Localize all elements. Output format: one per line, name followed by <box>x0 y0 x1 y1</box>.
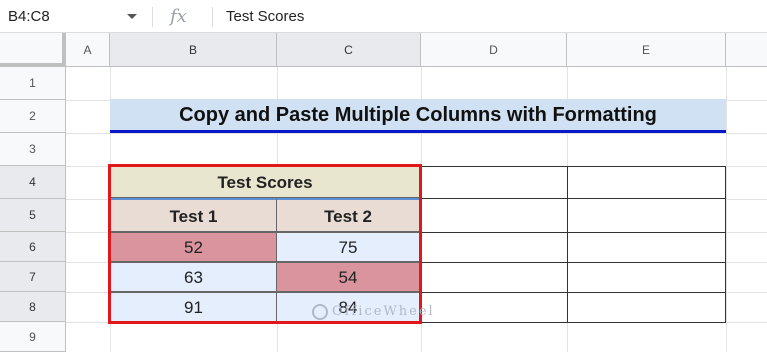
empty-cell[interactable] <box>567 232 726 263</box>
row-header-5[interactable]: 5 <box>0 199 66 232</box>
row-header-9[interactable]: 9 <box>0 322 66 352</box>
row-header-1[interactable]: 1 <box>0 67 66 100</box>
sheet-title[interactable]: Copy and Paste Multiple Columns with For… <box>110 99 726 133</box>
empty-cell[interactable] <box>567 262 726 293</box>
column-header-a[interactable]: A <box>66 33 110 67</box>
empty-cell[interactable] <box>420 166 568 199</box>
function-icon: fx <box>170 6 187 27</box>
officewheel-logo-icon <box>312 303 328 320</box>
grid-line <box>66 133 767 134</box>
column-header-e[interactable]: E <box>567 33 726 67</box>
grid-line <box>726 67 727 352</box>
column-header-d[interactable]: D <box>421 33 567 67</box>
watermark: OfficeWheel <box>312 298 435 326</box>
column-header-c[interactable]: C <box>277 33 421 67</box>
formula-input[interactable]: Test Scores <box>226 0 304 33</box>
empty-cell[interactable] <box>567 292 726 323</box>
empty-cell[interactable] <box>420 292 568 323</box>
empty-cell[interactable] <box>420 198 568 233</box>
formula-bar: B4:C8 fx Test Scores <box>0 0 767 33</box>
row-header-7[interactable]: 7 <box>0 262 66 292</box>
empty-cell[interactable] <box>420 232 568 263</box>
separator <box>212 7 213 27</box>
watermark-text: OfficeWheel <box>332 304 435 319</box>
select-all-corner[interactable] <box>0 33 66 67</box>
row-header-8[interactable]: 8 <box>0 292 66 322</box>
column-header-b[interactable]: B <box>110 33 277 67</box>
row-header-2[interactable]: 2 <box>0 100 66 133</box>
chevron-down-icon[interactable] <box>127 14 137 19</box>
column-header-overflow <box>726 33 767 67</box>
row-header-3[interactable]: 3 <box>0 133 66 166</box>
empty-cell[interactable] <box>567 166 726 199</box>
separator <box>152 7 153 27</box>
empty-cell[interactable] <box>420 262 568 293</box>
row-header-4[interactable]: 4 <box>0 166 66 199</box>
row-header-6[interactable]: 6 <box>0 232 66 262</box>
empty-cell[interactable] <box>567 198 726 233</box>
